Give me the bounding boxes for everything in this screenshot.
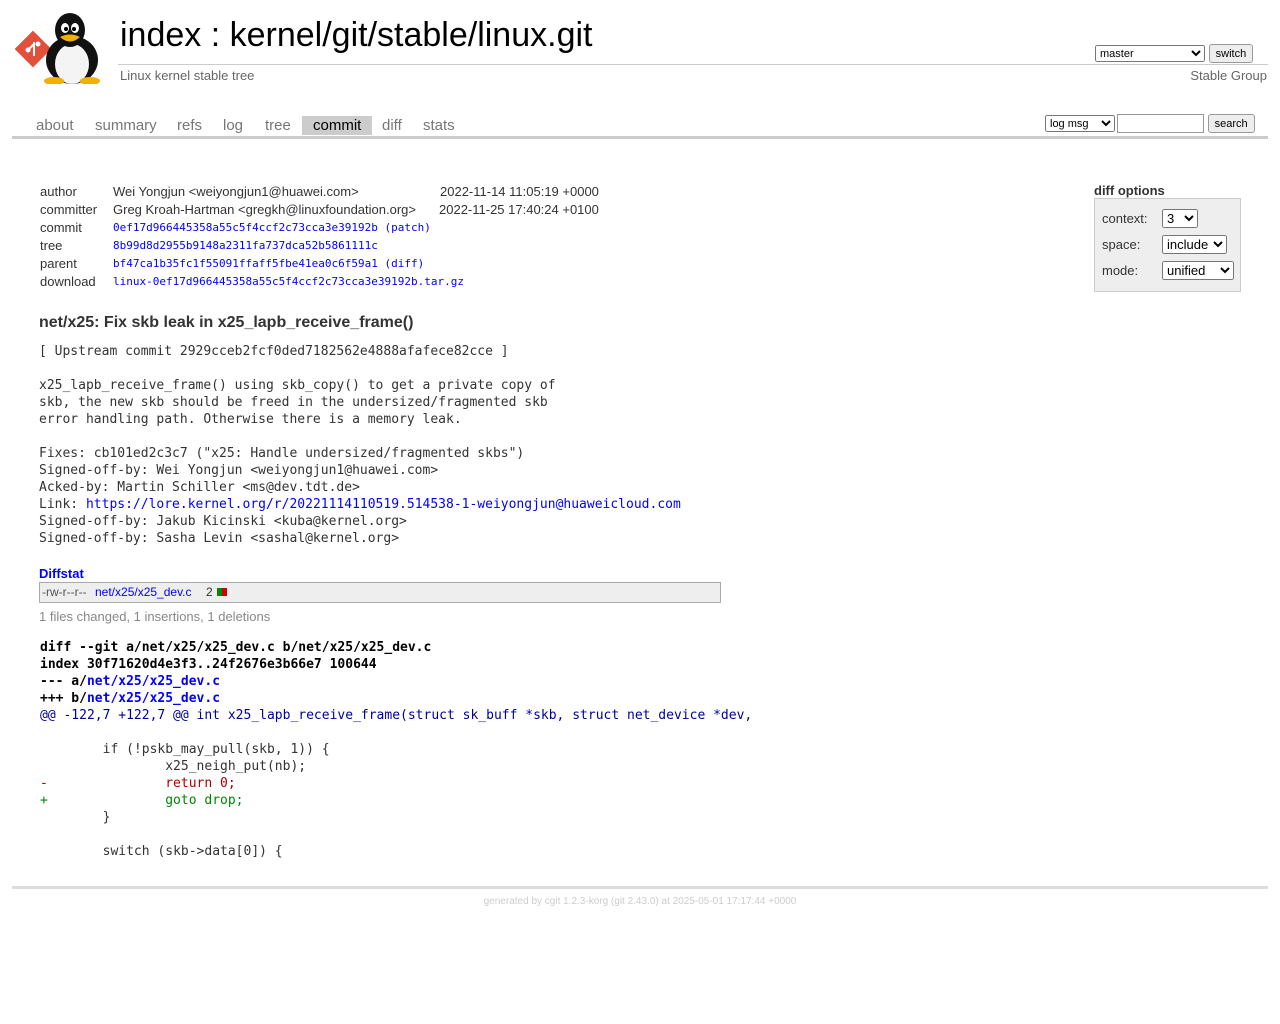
diff-plus-line: +++ b/net/x25/x25_dev.c: [40, 690, 752, 707]
diff-line-del: - return 0;: [40, 776, 236, 791]
repo-description: Linux kernel stable tree: [120, 68, 255, 83]
diff-line-add: + goto drop;: [40, 793, 244, 808]
author-date: 2022-11-14 11:05:19 +0000: [440, 184, 599, 199]
cgit-logo[interactable]: [14, 12, 110, 84]
diffstat-table: -rw-r--r-- net/x25/x25_dev.c 2: [39, 582, 721, 603]
space-label: space:: [1102, 237, 1141, 252]
tab-refs[interactable]: refs: [166, 116, 213, 135]
acked-by-line: Acked-by: Martin Schiller <ms@dev.tdt.de…: [39, 480, 360, 495]
mode-label: mode:: [1102, 263, 1139, 278]
deletions-bar: [222, 588, 227, 596]
author-value: Wei Yongjun <weiyongjun1@huawei.com>: [113, 184, 359, 199]
mode-select[interactable]: unified: [1162, 261, 1234, 280]
tab-tree[interactable]: tree: [254, 116, 302, 135]
branch-select[interactable]: master: [1095, 45, 1205, 62]
tux-penguin-icon: [44, 13, 100, 84]
diff-minus-file-link[interactable]: net/x25/x25_dev.c: [87, 674, 220, 689]
diff-line-blank: [40, 826, 752, 843]
commit-subject: net/x25: Fix skb leak in x25_lapb_receiv…: [39, 314, 414, 331]
footer: generated by cgit 1.2.3-korg (git 2.43.0…: [483, 896, 797, 907]
tree-label: tree: [40, 238, 63, 253]
diff-line-ctx: if (!pskb_may_pull(skb, 1)) {: [40, 742, 330, 757]
tab-diff[interactable]: diff: [371, 116, 413, 135]
file-mode: -rw-r--r--: [42, 585, 87, 599]
page-title: index : kernel/git/stable/linux.git: [120, 16, 593, 55]
diff-hunk-header: @@ -122,7 +122,7 @@ int x25_lapb_receive…: [40, 708, 753, 723]
diff-view: diff --git a/net/x25/x25_dev.c b/net/x25…: [40, 639, 752, 860]
diff-options-title: diff options: [1094, 183, 1165, 198]
diff-plus-file-link[interactable]: net/x25/x25_dev.c: [87, 691, 220, 706]
search-scope-select[interactable]: log msg: [1045, 115, 1115, 132]
diff-index-line: index 30f71620d4e3f3..24f2676e3b66e7 100…: [40, 657, 377, 672]
tab-about[interactable]: about: [25, 116, 85, 135]
diffstat-graph: [217, 588, 227, 596]
diff-lines: if (!pskb_may_pull(skb, 1)) { x25_neigh_…: [40, 724, 752, 860]
parent-hash-link[interactable]: bf47ca1b35fc1f55091ffaff5fbe41ea0c6f59a1: [113, 257, 378, 270]
patch-link[interactable]: patch: [391, 221, 424, 234]
search-form: log msg search: [1045, 114, 1255, 133]
diff-options-panel: context: 3 space: include mode: unified: [1094, 198, 1241, 292]
context-label: context:: [1102, 211, 1148, 226]
download-label: download: [40, 274, 96, 289]
git-logo-icon: [14, 30, 52, 68]
commit-hash-link[interactable]: 0ef17d966445358a55c5f4ccf2c73cca3e39192b: [113, 221, 378, 234]
space-select[interactable]: include: [1162, 235, 1227, 254]
parent-label: parent: [40, 256, 77, 271]
branch-switch-form: master switch: [1095, 44, 1254, 63]
search-input[interactable]: [1117, 114, 1204, 133]
repo-link[interactable]: kernel/git/stable/linux.git: [230, 16, 593, 54]
diff-line-ctx: switch (skb->data[0]) {: [40, 844, 283, 859]
title-separator: :: [201, 16, 230, 54]
diffstat-summary: 1 files changed, 1 insertions, 1 deletio…: [39, 609, 271, 624]
diff-line-blank: [40, 724, 752, 741]
upstream-line: [ Upstream commit 2929cceb2fcf0ded718256…: [39, 344, 509, 359]
diffstat-file-link[interactable]: net/x25/x25_dev.c: [95, 583, 192, 602]
index-link[interactable]: index: [120, 16, 201, 54]
tab-log[interactable]: log: [212, 116, 254, 135]
message-line: error handling path. Otherwise there is …: [39, 412, 462, 427]
diff-minus-prefix: --- a/: [40, 674, 87, 689]
diff-line-ctx: x25_neigh_put(nb);: [40, 759, 307, 774]
lore-link[interactable]: https://lore.kernel.org/r/20221114110519…: [86, 497, 681, 512]
signed-off-line: Signed-off-by: Wei Yongjun <weiyongjun1@…: [39, 463, 439, 478]
author-label: author: [40, 184, 77, 199]
message-line: skb, the new skb should be freed in the …: [39, 395, 548, 410]
diffstat-change-count: 2: [206, 585, 213, 599]
committer-value: Greg Kroah-Hartman <gregkh@linuxfoundati…: [113, 202, 416, 217]
commit-label: commit: [40, 220, 82, 235]
link-prefix: Link:: [39, 497, 86, 512]
commit-message-body: [ Upstream commit 2929cceb2fcf0ded718256…: [39, 343, 681, 547]
tab-commit[interactable]: commit: [302, 116, 373, 135]
signed-off-line: Signed-off-by: Sasha Levin <sashal@kerne…: [39, 531, 400, 546]
diff-plus-prefix: +++ b/: [40, 691, 87, 706]
tab-summary[interactable]: summary: [84, 116, 168, 135]
fixes-line: Fixes: cb101ed2c3c7 ("x25: Handle unders…: [39, 446, 525, 461]
header-divider: [118, 64, 1268, 65]
link-line: Link: https://lore.kernel.org/r/20221114…: [39, 496, 681, 513]
tab-stats[interactable]: stats: [412, 116, 466, 135]
download-tarball-link[interactable]: linux-0ef17d966445358a55c5f4ccf2c73cca3e…: [113, 275, 464, 288]
switch-button[interactable]: switch: [1208, 44, 1254, 63]
message-line: x25_lapb_receive_frame() using skb_copy(…: [39, 378, 556, 393]
committer-date: 2022-11-25 17:40:24 +0100: [439, 202, 599, 217]
diff-line-ctx: }: [40, 810, 111, 825]
search-button[interactable]: search: [1207, 114, 1255, 133]
tree-hash-link[interactable]: 8b99d8d2955b9148a2311fa737dca52b5861111c: [113, 239, 378, 252]
footer-divider: [12, 886, 1268, 889]
committer-label: committer: [40, 202, 98, 217]
parent-diff-link[interactable]: diff: [391, 257, 418, 270]
diff-git-line: diff --git a/net/x25/x25_dev.c b/net/x25…: [40, 640, 432, 655]
repo-owner: Stable Group: [1190, 68, 1267, 83]
diff-minus-line: --- a/net/x25/x25_dev.c: [40, 673, 752, 690]
diffstat-header-link[interactable]: Diffstat: [39, 566, 84, 581]
context-select[interactable]: 3: [1162, 209, 1198, 228]
signed-off-line: Signed-off-by: Jakub Kicinski <kuba@kern…: [39, 514, 407, 529]
